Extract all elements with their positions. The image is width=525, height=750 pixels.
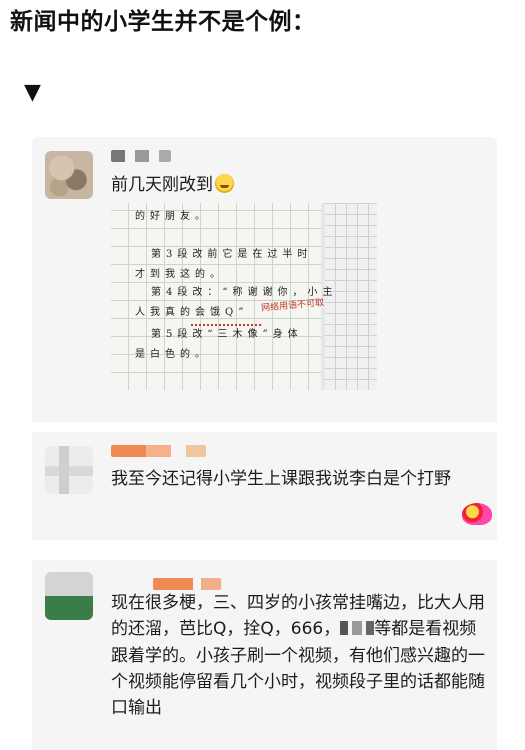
avatar[interactable] [45,446,93,494]
article-headline: 新闻中的小学生并不是个例： [10,9,316,35]
down-arrow-icon: ▼ [24,80,41,105]
comment-text: 现在很多梗，三、四岁的小孩常挂嘴边，比大人用的还溜，芭比Q，拴Q，666， 等都是… [111,590,491,722]
sticker-icon [462,503,492,525]
homework-photo[interactable]: 的好朋友。 第3段改前它是在过半时 才到我这的。 第4段改：“称谢谢你，小主 人… [111,203,377,390]
handwritten-line: 才到我这的。 [135,269,225,280]
username-masked[interactable] [111,150,171,162]
handwritten-line: 是白色的。 [135,349,210,360]
avatar[interactable] [45,151,93,199]
comment-text: 我至今还记得小学生上课跟我说李白是个打野 [111,469,451,489]
handwritten-line: 第3段改前它是在过半时 [151,249,313,260]
handwritten-line: 的好朋友。 [135,211,210,222]
masked-word [340,621,375,636]
comment-text: 前几天刚改到 [111,172,234,198]
handwritten-line: 人我真的会饿Q” [135,307,249,318]
avatar[interactable] [45,572,93,620]
handwritten-line: 第5段改“三木像”身体 [151,329,303,340]
username-masked[interactable] [153,578,221,590]
username-masked[interactable] [111,445,206,457]
laughing-crying-emoji-icon [215,174,234,193]
comment-text-body: 前几天刚改到 [111,175,213,195]
